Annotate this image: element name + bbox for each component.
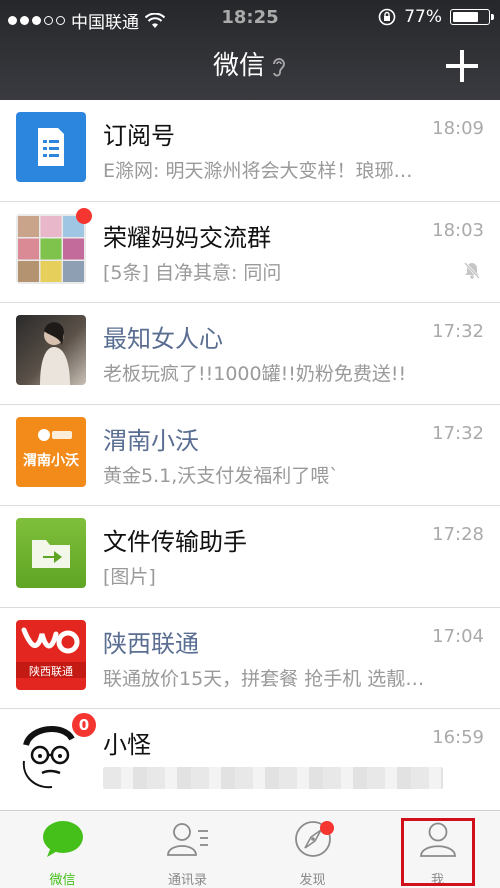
tab-contacts[interactable]: 通讯录: [125, 811, 250, 888]
chat-time: 17:32: [432, 321, 484, 342]
tab-label: 发现: [299, 873, 326, 888]
tab-label: 微信: [49, 873, 76, 888]
tab-chats[interactable]: 微信: [0, 811, 125, 888]
group-avatar-icon: [18, 215, 84, 282]
chat-list: 订阅号 18:09 E滁网: 明天滁州将会大变样！琅琊… 荣耀妈妈交流群 18:…: [0, 100, 500, 810]
chat-row[interactable]: 最知女人心 17:32 老板玩疯了!!1000罐!!奶粉免费送!!: [0, 303, 500, 405]
blurred-preview: [103, 767, 443, 789]
chat-name: 最知女人心: [103, 325, 223, 353]
chat-name: 荣耀妈妈交流群: [103, 223, 271, 252]
chat-preview: [5条] 自净其意: 同问: [103, 261, 282, 284]
chat-preview: 黄金5.1,沃支付发福利了喂`: [103, 464, 339, 487]
chat-row[interactable]: 0 小怪 16:59: [0, 709, 500, 810]
chat-name: 渭南小沃: [103, 426, 199, 455]
portrait-image: [40, 322, 70, 385]
battery-percent: 77%: [404, 7, 442, 27]
logo-image: 渭南小沃: [23, 428, 79, 469]
chat-row[interactable]: 荣耀妈妈交流群 18:03 [5条] 自净其意: 同问: [0, 202, 500, 303]
chat-name: 陕西联通: [103, 629, 199, 658]
discover-new-dot: [320, 821, 334, 835]
folder-transfer-icon: [32, 540, 70, 568]
avatar: 渭南小沃: [16, 416, 86, 487]
avatar: 陕西联通: [16, 619, 86, 690]
chat-time: 17:28: [432, 524, 484, 545]
tab-discover[interactable]: 发现: [250, 811, 375, 888]
logo-image: 陕西联通: [16, 627, 86, 678]
chat-name: 文件传输助手: [103, 528, 247, 556]
chat-row[interactable]: 文件传输助手 17:28 [图片]: [0, 506, 500, 608]
chat-row[interactable]: 陕西联通 陕西联通 17:04 联通放价15天，拼套餐 抢手机 选靓…: [0, 608, 500, 709]
contacts-icon: [166, 823, 208, 856]
avatar: 0: [16, 713, 96, 791]
page-title: 微信: [0, 44, 500, 88]
add-button[interactable]: [446, 50, 478, 82]
mute-icon: [464, 261, 480, 279]
avatar: [16, 207, 92, 284]
avatar: [16, 315, 86, 385]
subscription-icon: [38, 128, 64, 166]
chat-time: 16:59: [432, 727, 484, 748]
avatar: [16, 112, 86, 182]
battery-icon: [450, 9, 494, 25]
chat-row[interactable]: 订阅号 18:09 E滁网: 明天滁州将会大变样！琅琊…: [0, 100, 500, 202]
chat-time: 18:09: [432, 118, 484, 139]
chat-preview: 联通放价15天，拼套餐 抢手机 选靓…: [103, 667, 425, 690]
chat-preview: E滁网: 明天滁州将会大变样！琅琊…: [103, 160, 413, 182]
rotation-lock-icon: [378, 8, 396, 26]
chat-preview: [图片]: [103, 566, 156, 588]
avatar: [16, 518, 86, 588]
svg-text:陕西联通: 陕西联通: [29, 664, 73, 678]
chat-time: 17:32: [432, 422, 484, 444]
svg-text:渭南小沃: 渭南小沃: [23, 452, 79, 469]
unread-dot: [76, 207, 92, 224]
chat-time: 17:04: [432, 625, 484, 647]
chat-time: 18:03: [432, 219, 484, 241]
tab-label: 通讯录: [167, 873, 207, 888]
top-bar: 中国联通 18:25 77% 微信: [0, 0, 500, 100]
highlight-box: [401, 818, 475, 886]
chat-name: 小怪: [103, 731, 151, 759]
unread-badge: 0: [72, 713, 96, 737]
status-bar: 中国联通 18:25 77%: [0, 0, 500, 36]
chat-bubble-icon: [42, 821, 83, 857]
chat-row[interactable]: 渭南小沃 渭南小沃 17:32 黄金5.1,沃支付发福利了喂`: [0, 405, 500, 506]
chat-preview: 老板玩疯了!!1000罐!!奶粉免费送!!: [103, 363, 407, 385]
chat-name: 订阅号: [103, 122, 175, 150]
earpiece-mode-icon: [273, 57, 285, 76]
